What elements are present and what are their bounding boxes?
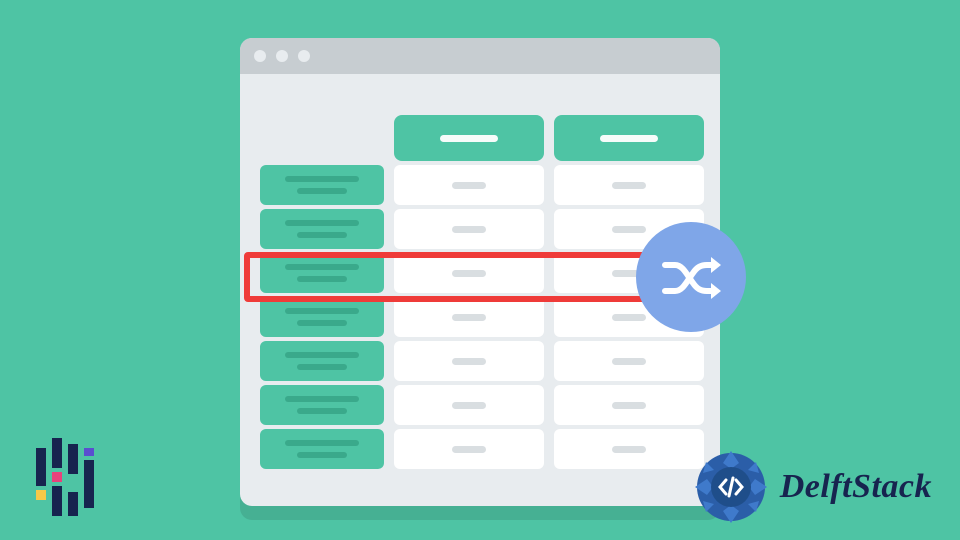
delftstack-badge-icon [692,448,770,526]
traffic-light-zoom-icon [298,50,310,62]
pandas-logo-icon [30,438,104,520]
table-cell [554,429,704,469]
table-row [260,209,704,249]
row-header [260,165,384,205]
shuffle-icon [659,245,723,309]
table-cell [394,429,544,469]
delftstack-brand: DelftStack [692,448,932,526]
table-cell [554,341,704,381]
column-header [394,115,544,161]
table-row [260,429,704,469]
column-header [554,115,704,161]
row-header [260,341,384,381]
shuffle-badge [636,222,746,332]
table-cell [394,253,544,293]
table-cell [394,165,544,205]
column-header-row [260,115,704,161]
table-cell [394,385,544,425]
row-header [260,209,384,249]
table-cell [394,341,544,381]
table-row [260,341,704,381]
table-row [260,165,704,205]
table-cell [554,385,704,425]
traffic-light-close-icon [254,50,266,62]
row-header [260,297,384,337]
traffic-light-minimize-icon [276,50,288,62]
placeholder-bar-icon [600,135,658,142]
window-titlebar [240,38,720,74]
row-header [260,429,384,469]
row-header [260,385,384,425]
table-cell [394,297,544,337]
brand-name: DelftStack [780,468,932,506]
table-row [260,385,704,425]
table-row [260,297,704,337]
table-cell [394,209,544,249]
row-header [260,253,384,293]
table-cell [554,165,704,205]
placeholder-bar-icon [440,135,498,142]
